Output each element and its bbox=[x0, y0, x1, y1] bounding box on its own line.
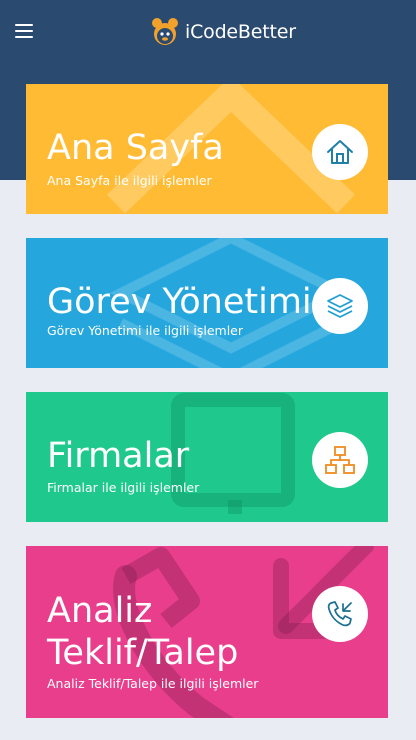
card-icon-circle bbox=[312, 586, 368, 642]
brand-name: iCodeBetter bbox=[185, 21, 296, 43]
sitemap-icon bbox=[325, 446, 355, 474]
card-icon-circle bbox=[312, 432, 368, 488]
card-subtitle: Analiz Teklif/Talep ile ilgili işlemler bbox=[47, 676, 259, 691]
card-title: Firmalar bbox=[47, 436, 190, 476]
card-subtitle: Ana Sayfa ile ilgili işlemler bbox=[47, 173, 212, 188]
layers-icon bbox=[327, 294, 353, 318]
card-subtitle: Görev Yönetimi ile ilgili işlemler bbox=[47, 323, 244, 338]
card-analiz-teklif-talep[interactable]: Analiz Teklif/Talep Analiz Teklif/Talep … bbox=[26, 546, 388, 718]
phone-incoming-icon bbox=[327, 601, 352, 627]
card-subtitle: Firmalar ile ilgili işlemler bbox=[47, 480, 200, 495]
hamburger-menu-icon[interactable] bbox=[15, 24, 35, 42]
card-gorev-yonetimi[interactable]: Görev Yönetimi Görev Yönetimi ile ilgili… bbox=[26, 238, 388, 368]
card-title: Ana Sayfa bbox=[47, 128, 224, 168]
brand[interactable]: iCodeBetter bbox=[150, 14, 296, 50]
card-icon-circle bbox=[312, 278, 368, 334]
card-firmalar[interactable]: Firmalar Firmalar ile ilgili işlemler bbox=[26, 392, 388, 522]
card-title: Görev Yönetimi bbox=[47, 282, 312, 322]
home-icon bbox=[327, 140, 353, 164]
top-bar: iCodeBetter bbox=[0, 0, 416, 64]
card-title-line-1: Analiz bbox=[47, 591, 153, 631]
card-icon-circle bbox=[312, 124, 368, 180]
card-title-line-2: Teklif/Talep bbox=[47, 633, 239, 673]
card-ana-sayfa[interactable]: Ana Sayfa Ana Sayfa ile ilgili işlemler bbox=[26, 84, 388, 214]
logo-icon bbox=[152, 18, 178, 45]
